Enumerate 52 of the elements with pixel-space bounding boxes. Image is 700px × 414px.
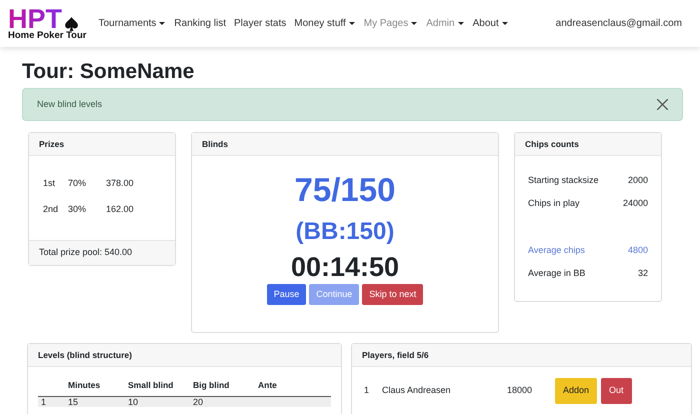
user-link[interactable]: andreasenclaus@gmail.com [552,16,686,31]
action-button[interactable]: Pause [266,284,306,306]
close-icon[interactable] [657,99,668,110]
table-cell-text: 2nd [43,202,60,216]
table-cell-text: 15 [68,398,80,408]
alert-text: New blind levels [37,98,102,111]
table-cell-text: 30% [68,202,88,216]
nav-link[interactable]: Ranking list [170,16,230,31]
caret-icon[interactable] [348,22,355,25]
logo-subtitle: Home Poker Tour [8,31,86,41]
stat-value: 2000 [628,174,648,188]
column-header: Minutes [68,379,102,392]
card-header: Levels (blind structure) [28,344,341,368]
table-cell-text: 70% [68,176,88,190]
stat-label: Chips in play [528,197,580,210]
stat-label: Average chips [528,244,585,258]
nav-dropdown[interactable]: Money stuff [290,16,350,31]
column-header: Ante [258,379,278,392]
big-blind-value: (BB:150) [296,216,394,247]
caret-icon[interactable] [502,22,508,25]
card-header: Players, field 5/6 [352,344,691,368]
spade-icon [65,17,78,32]
stat-value: 24000 [622,197,648,210]
table-cell-text: 1 [40,398,48,408]
card-header: Prizes [29,133,175,156]
stat-value: 32 [638,267,648,280]
action-button[interactable]: Skip to next [362,284,424,306]
page-title: Tour: SomeName [22,59,196,84]
column-header: Big blind [193,379,230,392]
card-footer: Total prize pool: 540.00 [29,240,175,265]
table-cell-text: 162.00 [106,202,135,216]
card-header: Blinds [192,133,498,156]
nav-link[interactable]: Player stats [230,16,290,31]
level-timer: 00:14:50 [290,251,400,284]
player-name: Claus Andreasen [382,384,452,398]
caret-icon[interactable] [159,22,166,25]
nav-dropdown[interactable]: Tournaments [94,16,160,31]
player-rank: 1 [364,384,370,398]
blind-level: 75/150 [294,170,396,210]
nav-dropdown[interactable]: About [468,16,503,31]
table-cell-text: 1st [43,176,56,190]
player-chips: 18000 [492,384,532,398]
stat-label: Average in BB [528,267,586,280]
player-action-button[interactable]: Out [601,378,632,404]
column-header: Small blind [128,379,174,392]
card-header: Chips counts [515,133,661,156]
table-cell-text: 10 [128,398,140,408]
stat-label: Starting stacksize [528,174,599,188]
stat-value: 4800 [628,244,648,258]
player-action-button[interactable]: Addon [555,378,598,404]
table-cell-text: 20 [193,398,204,408]
table-cell-text: 378.00 [106,176,135,190]
